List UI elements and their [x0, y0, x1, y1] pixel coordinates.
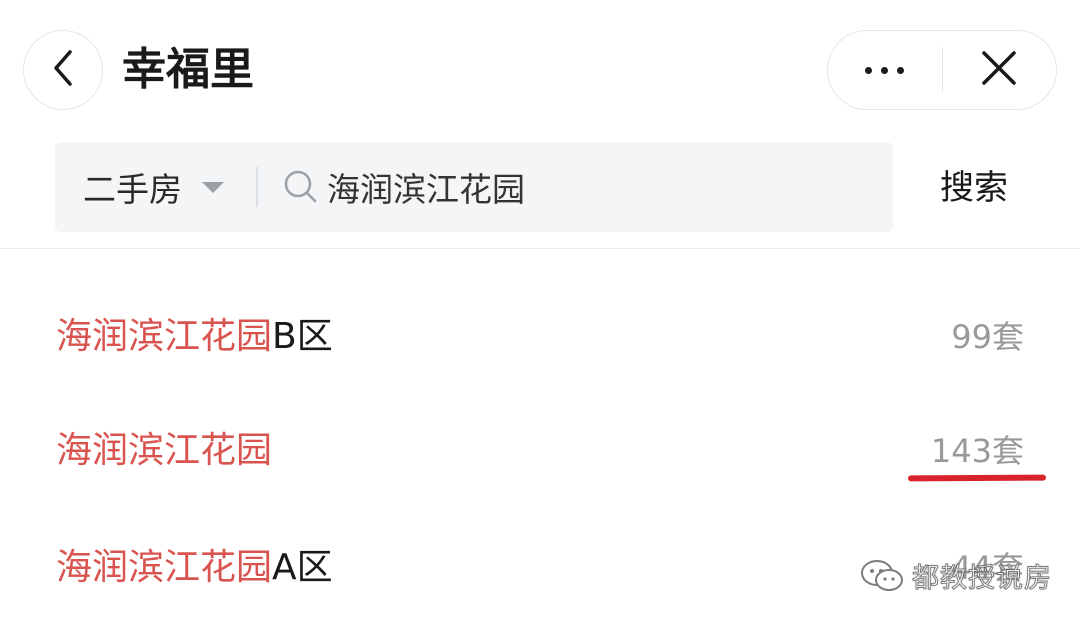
header-divider — [0, 248, 1080, 249]
wechat-icon — [860, 559, 904, 593]
more-button[interactable] — [828, 31, 942, 109]
category-dropdown[interactable]: 二手房 — [55, 142, 224, 232]
search-submit-button[interactable]: 搜索 — [940, 165, 1008, 211]
result-match-text: 海润滨江花园 — [56, 316, 273, 357]
back-button[interactable] — [23, 30, 103, 110]
result-suffix-text: B区 — [272, 316, 333, 357]
search-input[interactable] — [327, 167, 827, 207]
result-suffix-text: A区 — [272, 547, 333, 588]
page: 幸福里 二手房 海润滨江花园 搜索 海润滨江花园B区 99套 海润滨江花园 14… — [0, 0, 1080, 624]
caret-down-icon — [202, 181, 224, 193]
page-title: 幸福里 — [122, 44, 254, 95]
result-count: 143套 — [930, 432, 1024, 470]
mini-program-capsule — [827, 30, 1057, 110]
category-label: 二手房 — [83, 170, 182, 209]
close-button[interactable] — [943, 31, 1057, 109]
watermark: 都教授说房 — [860, 556, 1052, 595]
search-divider — [256, 167, 258, 207]
chevron-left-icon — [48, 48, 78, 92]
result-name: 海润滨江花园 — [56, 421, 272, 481]
result-item[interactable]: 海润滨江花园 143套 — [0, 421, 1080, 481]
result-count: 99套 — [951, 318, 1024, 356]
result-match-text: 海润滨江花园 — [56, 430, 273, 471]
watermark-text: 都教授说房 — [912, 563, 1052, 595]
result-name: 海润滨江花园A区 — [56, 538, 333, 598]
search-icon — [283, 169, 319, 205]
result-match-text: 海润滨江花园 — [56, 547, 273, 588]
result-item[interactable]: 海润滨江花园B区 99套 — [0, 307, 1080, 367]
result-name: 海润滨江花园B区 — [56, 307, 333, 367]
red-underline-annotation — [907, 474, 1047, 482]
more-dots-icon — [865, 66, 905, 74]
search-bar: 二手房 — [55, 142, 893, 232]
close-icon — [980, 49, 1018, 91]
